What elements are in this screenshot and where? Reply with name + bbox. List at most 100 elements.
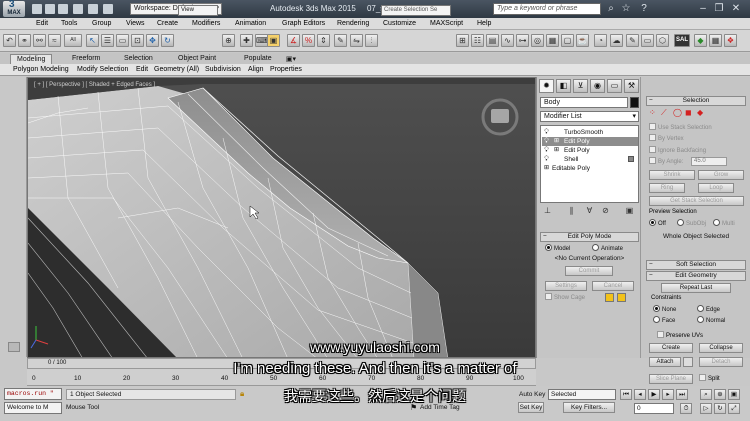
ribbon-align[interactable]: Align — [248, 66, 264, 73]
script-icon[interactable]: ✎ — [626, 34, 639, 47]
lightbulb-icon[interactable]: 💡︎ — [544, 155, 549, 164]
select-manipulate-icon[interactable]: ✚ — [240, 34, 253, 47]
named-selection-sets-dropdown[interactable]: Create Selection Se — [381, 5, 451, 16]
by-angle-checkbox[interactable]: By Angle: — [649, 157, 683, 167]
border-mode-icon[interactable]: ◯ — [673, 108, 682, 117]
percent-snap-icon[interactable]: % — [302, 34, 315, 47]
select-object-icon[interactable]: ↖ — [86, 34, 99, 47]
box-icon[interactable]: ▭ — [641, 34, 654, 47]
menu-rendering[interactable]: Rendering — [337, 20, 369, 27]
render-setup-icon[interactable]: ▦ — [546, 34, 559, 47]
tab-selection[interactable]: Selection — [118, 54, 159, 64]
display-tab-icon[interactable]: ▭ — [607, 79, 622, 93]
utilities-tab-icon[interactable]: ⚒ — [624, 79, 639, 93]
preview-multi-radio[interactable]: Multi — [713, 219, 735, 229]
unlink-icon[interactable]: ⚯ — [33, 34, 46, 47]
model-radio[interactable]: Model — [545, 244, 570, 254]
plugin-icon[interactable]: ❖ — [724, 34, 737, 47]
cancel-button[interactable]: Cancel — [592, 281, 634, 291]
soft-selection-rollout-header[interactable]: Soft Selection — [646, 260, 746, 270]
lightbulb-icon[interactable]: 💡︎ — [544, 137, 549, 146]
animate-radio[interactable]: Animate — [592, 244, 623, 254]
stack-item-edit-poly[interactable]: 💡︎ ⊞ Edit Poly — [542, 146, 638, 155]
rendered-frame-icon[interactable]: ▢ — [561, 34, 574, 47]
edge-mode-icon[interactable]: ⟋ — [661, 108, 667, 118]
stack-item-editable-poly[interactable]: ⊞ Editable Poly — [542, 164, 638, 173]
reference-coordinate-dropdown[interactable]: View — [178, 5, 218, 16]
selection-rollout-header[interactable]: Selection — [646, 96, 746, 106]
ribbon-modify-selection[interactable]: Modify Selection — [77, 66, 128, 73]
ring-button[interactable]: Ring — [649, 183, 685, 193]
by-vertex-checkbox[interactable]: By Vertex — [649, 134, 684, 144]
snap-toggle-icon[interactable]: ▣ — [267, 34, 280, 47]
expand-icon[interactable]: ⊞ — [554, 146, 559, 155]
loop-button[interactable]: Loop — [698, 183, 734, 193]
mirror-icon[interactable]: ⇋ — [350, 34, 363, 47]
save-file-icon[interactable] — [58, 4, 68, 14]
menu-maxscript[interactable]: MAXScript — [430, 20, 463, 27]
constraint-edge-radio[interactable]: Edge — [697, 305, 720, 315]
pin-stack-icon[interactable]: ⊥ — [542, 205, 553, 216]
a360-cloud-icon[interactable]: ☁ — [610, 34, 623, 47]
lightbulb-icon[interactable]: 💡︎ — [544, 146, 549, 155]
create-tab-icon[interactable]: ✹ — [539, 79, 554, 93]
minimize-icon[interactable]: – — [697, 3, 709, 15]
object-color-swatch[interactable] — [630, 97, 639, 108]
grid-icon[interactable]: ▦ — [709, 34, 722, 47]
show-cage-checkbox[interactable]: Show Cage — [545, 293, 585, 303]
angle-snap-icon[interactable]: ∡ — [287, 34, 300, 47]
ribbon-properties[interactable]: Properties — [270, 66, 302, 73]
undo-icon[interactable] — [73, 4, 83, 14]
constraint-normal-radio[interactable]: Normal — [697, 316, 725, 326]
rotate-icon[interactable]: ↻ — [161, 34, 174, 47]
cage-color-swatch[interactable] — [605, 293, 614, 302]
shrink-button[interactable]: Shrink — [649, 170, 695, 180]
hierarchy-tab-icon[interactable]: ⊻ — [573, 79, 588, 93]
window-crossing-icon[interactable]: ⊡ — [131, 34, 144, 47]
show-end-result-icon[interactable]: ∥ — [566, 205, 577, 216]
motion-tab-icon[interactable]: ◉ — [590, 79, 605, 93]
stack-item-shell[interactable]: 💡︎ Shell — [542, 155, 638, 164]
settings-button[interactable]: Settings — [545, 281, 587, 291]
search-input[interactable]: Type a keyword or phrase — [493, 3, 601, 15]
ribbon-subdivision[interactable]: Subdivision — [205, 66, 241, 73]
tab-modeling[interactable]: Modeling — [10, 54, 53, 64]
tab-populate[interactable]: Populate — [238, 54, 278, 64]
edit-geometry-rollout-header[interactable]: Edit Geometry — [646, 271, 746, 281]
menu-help[interactable]: Help — [477, 20, 491, 27]
ribbon-geometry-all[interactable]: Geometry (All) — [154, 66, 199, 73]
stack-item-edit-poly-top[interactable]: 💡︎ ⊞ Edit Poly — [542, 137, 638, 146]
shape-icon[interactable]: ⬡ — [656, 34, 669, 47]
expand-icon[interactable]: ⊞ — [544, 164, 549, 173]
cage-selected-color-swatch[interactable] — [617, 293, 626, 302]
schematic-view-icon[interactable]: ⊶ — [516, 34, 529, 47]
ribbon-toggle-icon[interactable]: ▤ — [486, 34, 499, 47]
menu-edit[interactable]: Edit — [36, 20, 48, 27]
render-production-icon[interactable]: ☕ — [576, 34, 589, 47]
curve-editor-icon[interactable]: ∿ — [501, 34, 514, 47]
tab-object-paint[interactable]: Object Paint — [172, 54, 222, 64]
undo-tool-icon[interactable]: ↶ — [3, 34, 16, 47]
expand-icon[interactable]: ⊞ — [554, 137, 559, 146]
project-folder-icon[interactable] — [103, 4, 113, 14]
edit-named-selection-icon[interactable]: ✎ — [334, 34, 347, 47]
layer-explorer-icon[interactable]: ☷ — [471, 34, 484, 47]
rect-selection-icon[interactable]: ▭ — [116, 34, 129, 47]
align-icon[interactable]: ⫶ — [365, 34, 378, 47]
preview-subobj-radio[interactable]: SubObj — [677, 219, 706, 229]
get-stack-selection-button[interactable]: Get Stack Selection — [649, 196, 744, 206]
new-file-icon[interactable] — [32, 4, 42, 14]
menu-graph-editors[interactable]: Graph Editors — [282, 20, 325, 27]
redo-icon[interactable] — [88, 4, 98, 14]
stack-item-turbosmooth[interactable]: 💡︎ TurboSmooth — [542, 128, 638, 137]
polygon-mode-icon[interactable]: ◼ — [685, 108, 692, 117]
help-icon[interactable]: ? — [638, 3, 650, 15]
make-unique-icon[interactable]: ∀ — [584, 205, 595, 216]
edit-poly-mode-rollout-header[interactable]: Edit Poly Mode — [540, 232, 639, 242]
binoculars-icon[interactable]: ⌕ — [605, 3, 617, 15]
object-name-field[interactable]: Body — [540, 97, 628, 108]
perspective-viewport[interactable]: [ + ] [ Perspective ] [ Shaded + Edged F… — [27, 77, 536, 358]
ignore-backfacing-checkbox[interactable]: Ignore Backfacing — [649, 146, 706, 156]
lightbulb-icon[interactable]: 💡︎ — [544, 128, 549, 137]
ribbon-polygon-modeling[interactable]: Polygon Modeling — [13, 66, 69, 73]
